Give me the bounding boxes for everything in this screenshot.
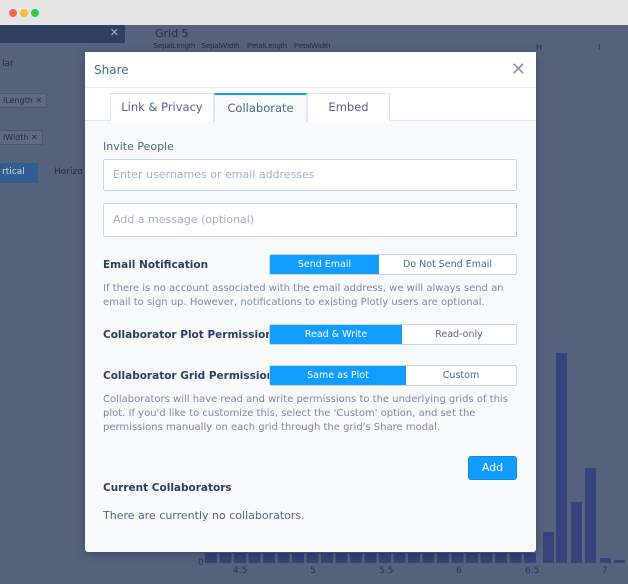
no-email-option[interactable]: Do Not Send Email [379, 255, 516, 274]
column-header: PetalWidth [294, 41, 331, 50]
share-modal: Share ✕ Link & Privacy Collaborate Embed… [85, 52, 536, 552]
send-email-option[interactable]: Send Email [270, 255, 379, 274]
column-header: SepalLength [153, 41, 196, 50]
no-collaborators-text: There are currently no collaborators. [103, 509, 305, 522]
plot-permissions-label: Collaborator Plot Permissions [103, 329, 280, 341]
custom-option[interactable]: Custom [406, 366, 516, 385]
same-as-plot-option[interactable]: Same as Plot [270, 366, 406, 385]
bg-bar [614, 560, 625, 563]
close-icon: ✕ [109, 26, 119, 39]
x-tick: 7 [602, 566, 608, 576]
maximize-window-dot[interactable] [31, 9, 39, 17]
email-notification-toggle: Send Email Do Not Send Email [269, 254, 517, 275]
window-titlebar [0, 0, 628, 25]
invite-label: Invite People [103, 140, 174, 153]
y-tick: 0 [198, 558, 204, 568]
chip-label: lWidth [3, 133, 29, 142]
x-tick: 5.5 [379, 566, 394, 576]
bg-bar [600, 558, 611, 563]
left-panel-header: ✕ [0, 25, 125, 43]
tab-link-privacy[interactable]: Link & Privacy [110, 93, 214, 122]
x-tick: 4.5 [233, 566, 248, 576]
bg-bar [585, 468, 596, 563]
plot-permissions-toggle: Read & Write Read-only [269, 324, 517, 345]
read-only-option[interactable]: Read-only [402, 325, 516, 344]
column-header: H [536, 43, 543, 52]
modal-header: Share ✕ [85, 52, 536, 88]
grid-permissions-toggle: Same as Plot Custom [269, 365, 517, 386]
tab-embed[interactable]: Embed [307, 93, 390, 122]
bg-chip: lLength ✕ [0, 93, 48, 108]
bg-bar [543, 532, 554, 563]
current-collaborators-label: Current Collaborators [103, 482, 232, 494]
bg-bar [571, 502, 582, 563]
grid-tab: Grid 5 [155, 27, 189, 40]
add-button[interactable]: Add [468, 456, 517, 480]
orientation-vertical: rtical [0, 163, 38, 183]
email-notification-label: Email Notification [103, 259, 209, 271]
bg-label: lar [2, 59, 14, 69]
bg-chip: lWidth ✕ [0, 130, 43, 145]
grid-permissions-label: Collaborator Grid Permissions [103, 370, 281, 382]
x-tick: 6 [456, 566, 462, 576]
invite-input[interactable]: Enter usernames or email addresses [103, 159, 517, 191]
column-header: SepalWidth [201, 41, 240, 50]
grid-help-text: Collaborators will have read and write p… [103, 394, 508, 433]
tab-bar: Link & Privacy Collaborate Embed [85, 88, 536, 122]
message-textarea[interactable]: Add a message (optional) [103, 203, 517, 237]
modal-title: Share [94, 63, 129, 77]
x-tick: 6.5 [525, 566, 540, 576]
orientation-horizontal: Horizo [54, 167, 83, 177]
column-header: PetalLength [247, 41, 288, 50]
read-write-option[interactable]: Read & Write [270, 325, 402, 344]
email-help-text: If there is no account associated with t… [103, 283, 504, 308]
bg-bar [556, 353, 567, 563]
bg-bars-row [205, 553, 536, 563]
close-window-dot[interactable] [9, 9, 17, 17]
close-icon[interactable]: ✕ [511, 59, 526, 80]
minimize-window-dot[interactable] [20, 9, 28, 17]
x-tick: 5 [310, 566, 316, 576]
column-header: I [598, 43, 601, 52]
tab-collaborate[interactable]: Collaborate [214, 93, 307, 122]
chip-label: lLength [3, 96, 33, 105]
